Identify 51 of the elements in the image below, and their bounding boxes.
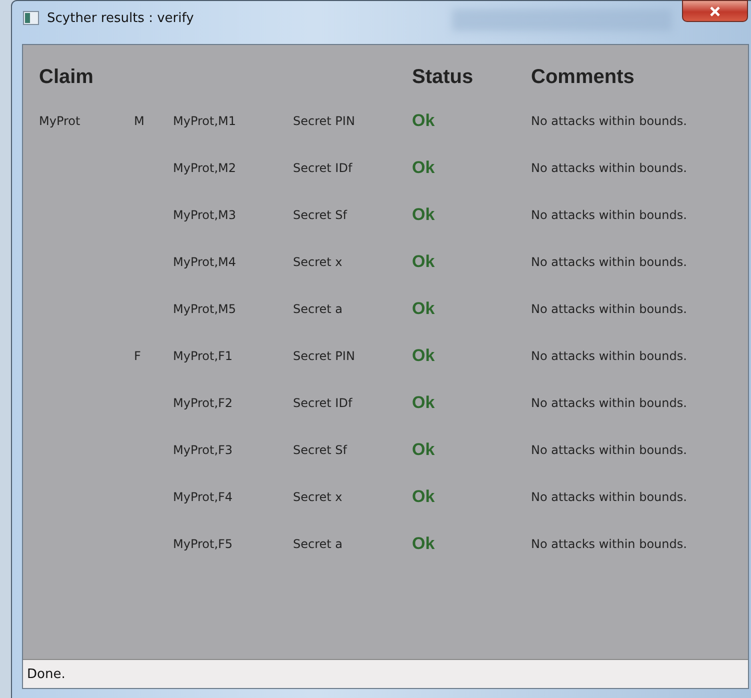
comment-cell: No attacks within bounds. <box>531 208 687 222</box>
status-cell: Ok <box>412 298 435 318</box>
status-cell: Ok <box>412 110 435 130</box>
status-cell: Ok <box>412 440 435 458</box>
status-cell: Ok <box>412 252 435 270</box>
claim-cell: Secret PIN <box>293 348 355 362</box>
claim-id-cell: MyProt,F4 <box>173 490 233 504</box>
claim-cell: Secret x <box>293 254 342 268</box>
status-cell: Ok <box>412 158 435 176</box>
comment-cell: No attacks within bounds. <box>531 302 687 316</box>
role-cell: M <box>134 114 144 128</box>
comment-cell: No attacks within bounds. <box>531 490 687 504</box>
status-text: Done. <box>27 666 66 682</box>
status-cell: Ok <box>412 392 435 412</box>
claim-cell: Secret x <box>293 490 342 504</box>
claim-cell: Secret PIN <box>293 114 355 128</box>
role-cell: F <box>134 348 141 362</box>
app-icon <box>23 11 39 25</box>
claim-cell: Secret a <box>293 302 343 316</box>
claim-cell: Secret IDf <box>293 396 352 410</box>
status-cell: Ok <box>412 486 435 506</box>
status-cell: Ok <box>412 534 435 552</box>
window-title: Scyther results : verify <box>47 11 194 27</box>
status-cell: Ok <box>412 346 435 364</box>
column-header: Status <box>412 66 474 88</box>
claim-id-cell: MyProt,F5 <box>173 536 233 550</box>
comment-cell: No attacks within bounds. <box>531 396 687 410</box>
comment-cell: No attacks within bounds. <box>531 114 687 128</box>
comment-cell: No attacks within bounds. <box>531 348 687 362</box>
claim-id-cell: MyProt,M5 <box>173 302 236 316</box>
claim-cell: Secret Sf <box>293 442 348 456</box>
claim-id-cell: MyProt,M4 <box>173 254 236 268</box>
claim-id-cell: MyProt,F1 <box>173 348 233 362</box>
column-header: Comments <box>531 66 636 88</box>
claim-id-cell: MyProt,F2 <box>173 396 233 410</box>
comment-cell: No attacks within bounds. <box>531 536 687 550</box>
claim-id-cell: MyProt,M3 <box>173 208 236 222</box>
status-cell: Ok <box>412 204 435 224</box>
column-header: Claim <box>39 66 94 88</box>
comment-cell: No attacks within bounds. <box>531 442 687 456</box>
close-icon <box>709 6 721 16</box>
protocol-cell: MyProt <box>39 114 80 128</box>
claim-id-cell: MyProt,M1 <box>173 114 236 128</box>
claim-cell: Secret IDf <box>293 160 352 174</box>
comment-cell: No attacks within bounds. <box>531 160 687 174</box>
claim-id-cell: MyProt,M2 <box>173 160 236 174</box>
claim-cell: Secret Sf <box>293 208 348 222</box>
close-button[interactable] <box>682 0 748 22</box>
claim-id-cell: MyProt,F3 <box>173 442 233 456</box>
claim-cell: Secret a <box>293 536 343 550</box>
comment-cell: No attacks within bounds. <box>531 254 687 268</box>
